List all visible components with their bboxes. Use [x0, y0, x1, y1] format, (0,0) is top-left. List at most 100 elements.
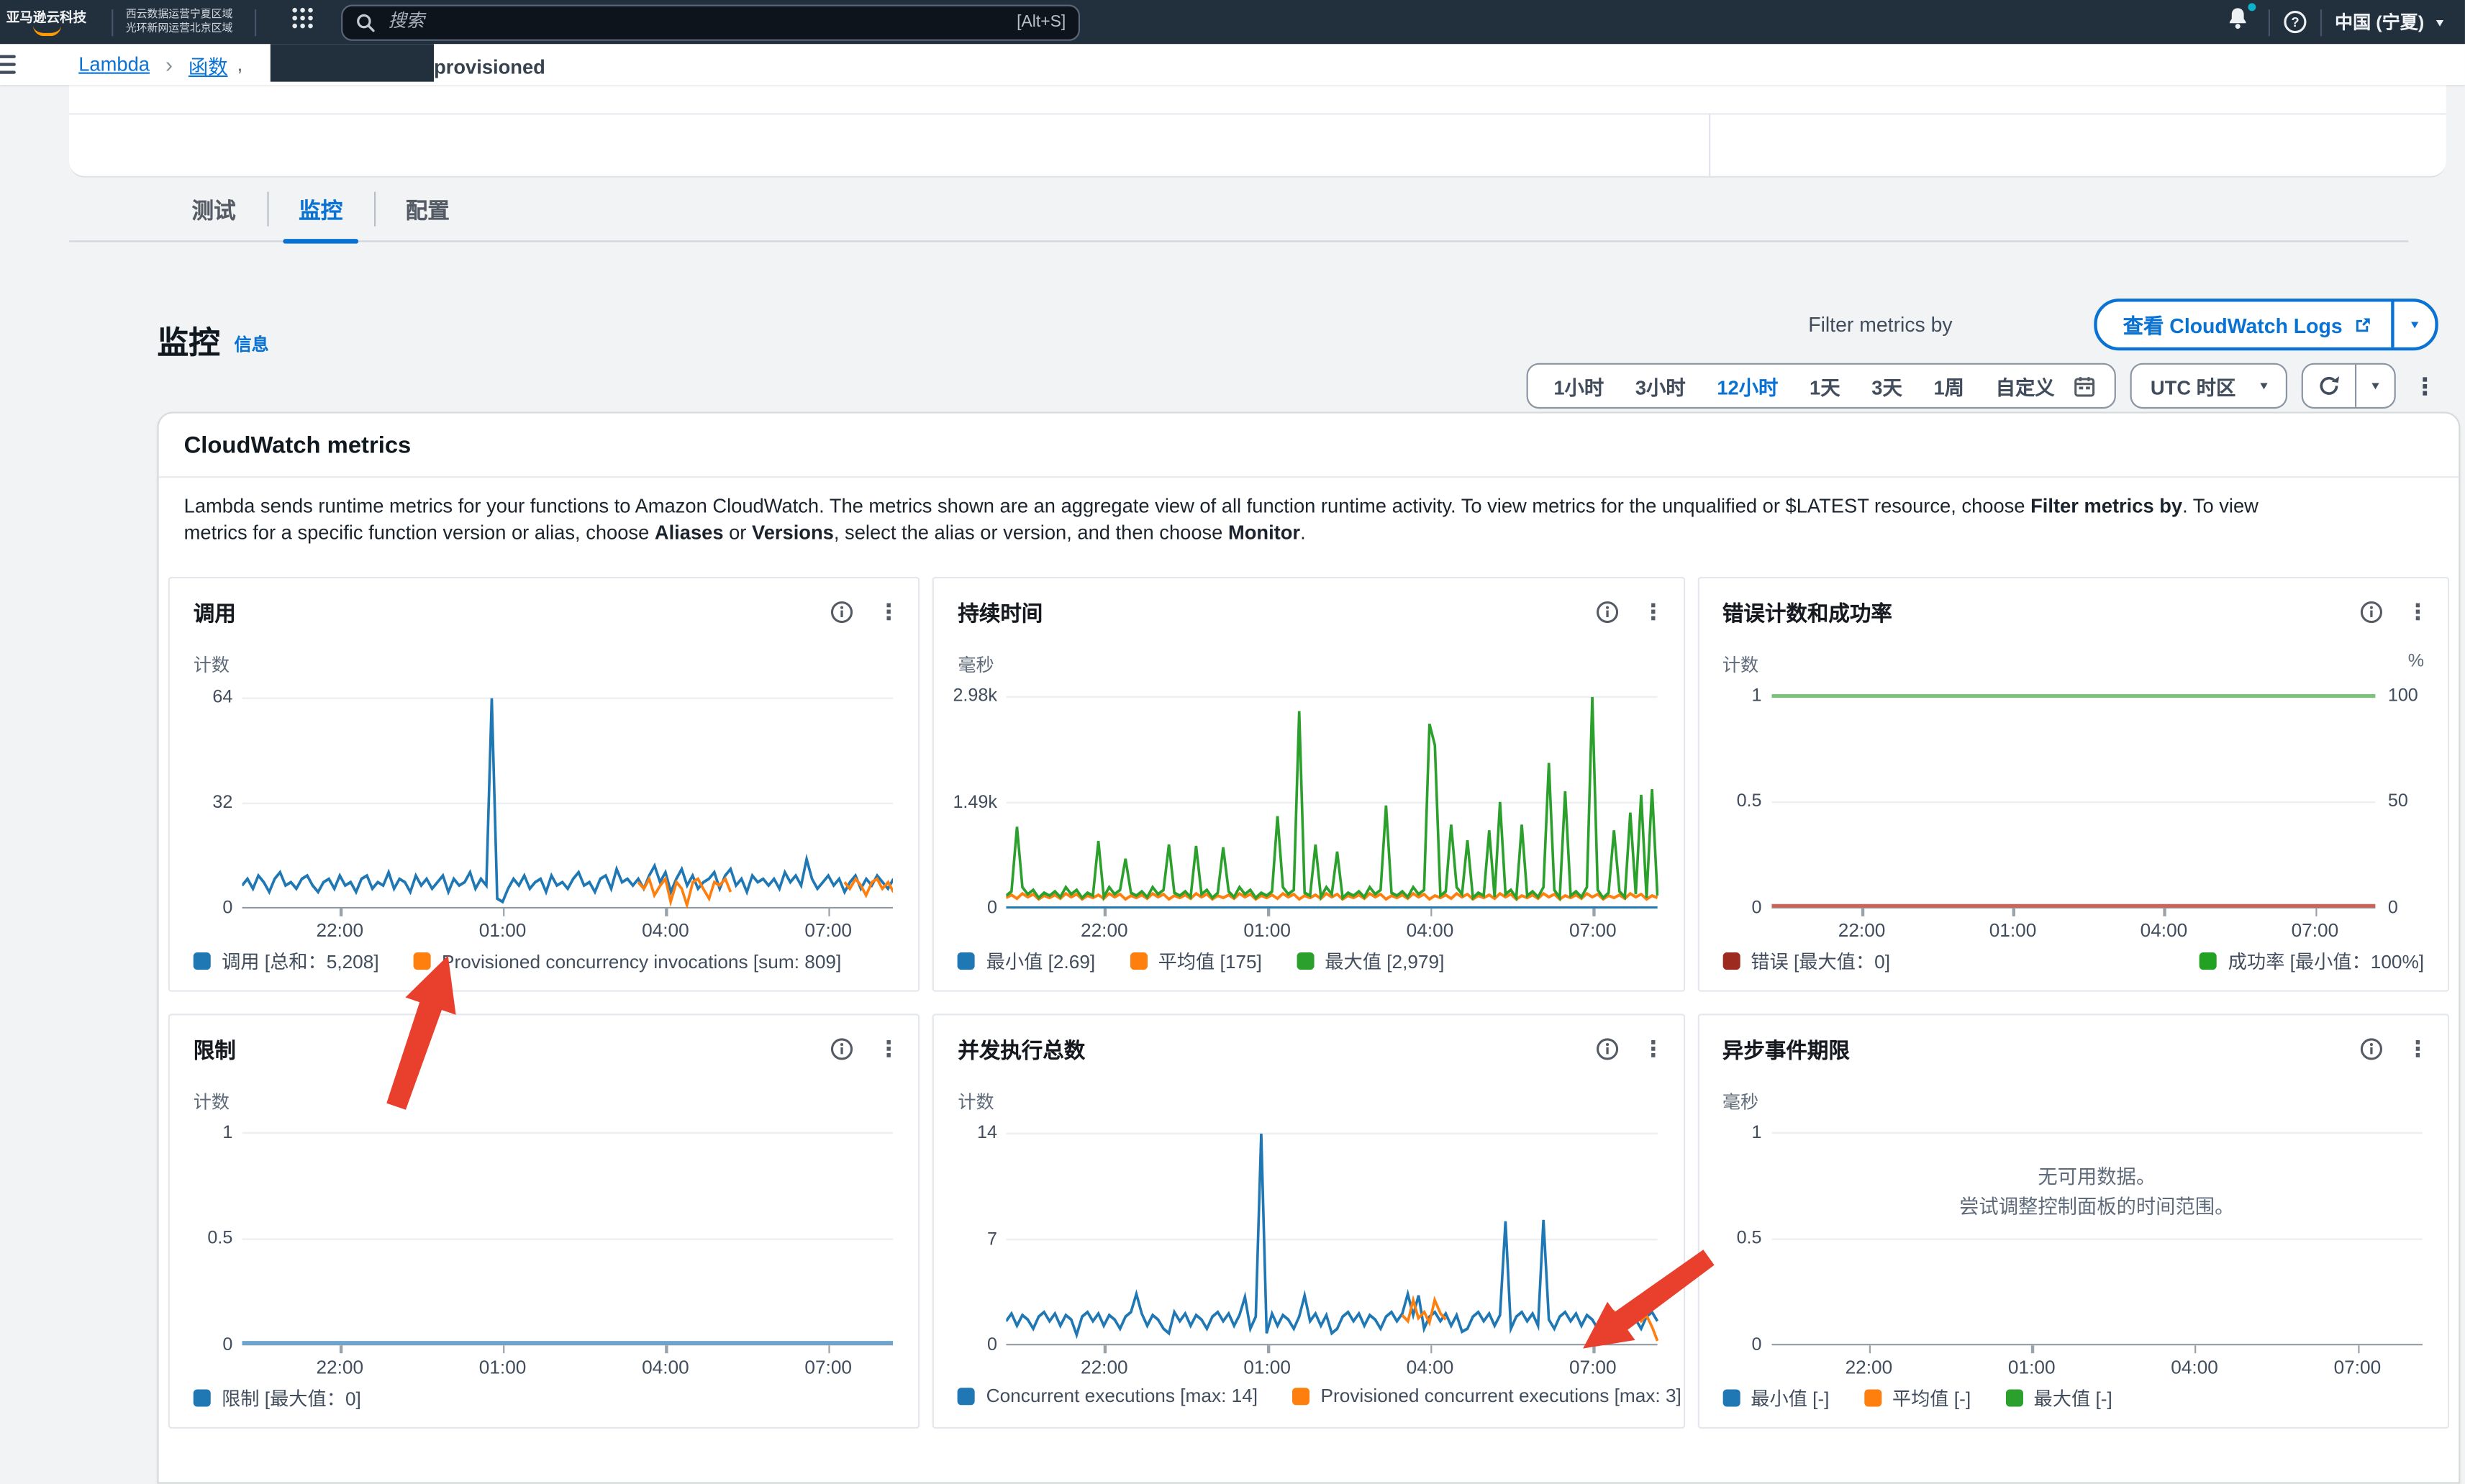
divider — [69, 113, 2446, 114]
search-input[interactable] — [385, 11, 1017, 33]
tab-monitor[interactable]: 监控 — [267, 186, 374, 240]
more-menu-icon[interactable]: ⋮ — [878, 1037, 900, 1060]
more-menu-icon[interactable]: ⋮ — [878, 601, 900, 623]
info-link[interactable]: 信息 — [235, 332, 269, 357]
apps-grid-icon[interactable] — [291, 6, 314, 38]
breadcrumb-lambda-link[interactable]: Lambda — [78, 53, 150, 76]
legend-item[interactable]: 最大值 [2,979] — [1297, 947, 1444, 974]
help-button[interactable]: ? — [2283, 9, 2308, 35]
more-menu-icon[interactable]: ⋮ — [1642, 601, 1664, 623]
info-icon[interactable] — [830, 1037, 854, 1060]
info-icon[interactable] — [1595, 600, 1619, 624]
x-tick-label: 04:00 — [2141, 919, 2188, 942]
x-tick-label: 01:00 — [479, 919, 527, 942]
legend-color-dot — [414, 952, 431, 970]
y-tick-label-right: 50 — [2388, 793, 2408, 811]
y-tick-label: 0 — [222, 1336, 232, 1355]
chart-legend: 错误 [最大值：0] 成功率 [最小值：100%] — [1722, 947, 2424, 974]
calendar-icon[interactable] — [2074, 375, 2096, 397]
series-line — [1007, 1134, 1658, 1335]
more-menu-icon[interactable]: ⋮ — [1642, 1037, 1664, 1060]
aws-logo[interactable]: 亚马逊云科技 — [6, 8, 86, 36]
desc-text: Lambda sends runtime metrics for your fu… — [184, 495, 2030, 517]
info-icon[interactable] — [830, 600, 854, 624]
menu-hamburger-icon[interactable] — [0, 55, 16, 73]
timezone-selector[interactable]: UTC 时区 ▼ — [2130, 363, 2288, 409]
chart-title: 异步事件期限 — [1722, 1032, 1850, 1064]
series-line — [242, 698, 893, 902]
chart-plot[interactable] — [242, 688, 893, 909]
legend-item[interactable]: 平均值 [175] — [1130, 947, 1262, 974]
legend-item[interactable]: 成功率 [最小值：100%] — [2200, 947, 2424, 974]
desc-text: . — [1300, 521, 1306, 543]
chart-plot[interactable] — [1007, 1125, 1658, 1345]
legend-color-dot — [1722, 1389, 1740, 1406]
button-dropdown-caret[interactable]: ▼ — [2391, 302, 2435, 347]
time-range-segmented-control: 1小时 3小时 12小时 1天 3天 1周 自定义 — [1527, 363, 2116, 409]
y-axis-unit-right: % — [2408, 652, 2424, 671]
range-custom[interactable]: 自定义 — [1980, 371, 2071, 401]
x-axis-labels: 22:0001:0004:0007:00 — [1771, 1357, 2423, 1382]
breadcrumb-functions-link[interactable]: 函数 — [189, 50, 228, 80]
refresh-dropdown-caret[interactable]: ▼ — [2355, 365, 2394, 407]
x-tick-label: 07:00 — [2334, 1357, 2382, 1379]
range-1d[interactable]: 1天 — [1794, 371, 1856, 401]
y-tick-label: 1 — [1752, 1124, 1762, 1142]
legend-color-dot — [1297, 952, 1314, 970]
legend-color-dot — [1130, 952, 1147, 970]
chart-plot[interactable] — [1771, 1125, 2423, 1345]
svg-text:?: ? — [2292, 14, 2300, 29]
range-1h[interactable]: 1小时 — [1538, 371, 1620, 401]
legend-item[interactable]: 错误 [最大值：0] — [1722, 947, 1890, 974]
x-tick-label: 04:00 — [642, 919, 689, 942]
tab-test[interactable]: 测试 — [160, 186, 268, 240]
refresh-split-button: ▼ — [2302, 363, 2396, 409]
legend-item[interactable]: Provisioned concurrent executions [max: … — [1292, 1385, 1681, 1407]
more-menu-icon[interactable]: ⋮ — [2413, 372, 2438, 400]
range-12h-active[interactable]: 12小时 — [1702, 371, 1794, 401]
range-3h[interactable]: 3小时 — [1620, 371, 1702, 401]
y-tick-label: 0 — [987, 1336, 997, 1355]
legend-label: 成功率 [最小值：100%] — [2228, 947, 2424, 974]
y-axis-unit: 计数 — [194, 652, 230, 678]
legend-label: Provisioned concurrency invocations [sum… — [442, 950, 841, 973]
chart-card-concurrent-executions: 并发执行总数 ⋮ 计数 1470 22:0001:0004:0007:00 Co… — [932, 1014, 1684, 1429]
legend-item[interactable]: 调用 [总和：5,208] — [194, 947, 379, 974]
notifications-button[interactable] — [2220, 3, 2256, 40]
x-tick-label: 22:00 — [316, 1357, 363, 1379]
card-header: CloudWatch metrics — [159, 414, 2459, 478]
view-cloudwatch-logs-button[interactable]: 查看 CloudWatch Logs ▼ — [2094, 299, 2438, 350]
legend-item[interactable]: 最大值 [-] — [2005, 1385, 2112, 1411]
chart-card-async-event-age: 异步事件期限 ⋮ 毫秒 10.50 无可用数据。 尝试调整控制面板的时间范围。 … — [1697, 1014, 2449, 1429]
legend-item[interactable]: Provisioned concurrency invocations [sum… — [414, 950, 842, 973]
chart-legend: 最小值 [-] 平均值 [-] 最大值 [-] — [1722, 1385, 2424, 1411]
y-axis-unit: 计数 — [1722, 652, 1758, 678]
info-icon[interactable] — [2360, 1037, 2384, 1060]
legend-item[interactable]: Concurrent executions [max: 14] — [958, 1385, 1258, 1407]
refresh-icon — [2318, 374, 2341, 398]
legend-item[interactable]: 限制 [最大值：0] — [194, 1385, 361, 1411]
more-menu-icon[interactable]: ⋮ — [2407, 601, 2429, 623]
more-menu-icon[interactable]: ⋮ — [2407, 1037, 2429, 1060]
chart-plot[interactable] — [1007, 688, 1658, 909]
x-axis-labels: 22:0001:0004:0007:00 — [242, 919, 893, 944]
y-axis-unit: 毫秒 — [1722, 1089, 1758, 1114]
legend-item[interactable]: 最小值 [-] — [1722, 1385, 1830, 1411]
legend-item[interactable]: 最小值 [2.69] — [958, 947, 1095, 974]
refresh-button[interactable] — [2303, 365, 2355, 407]
x-tick-label: 01:00 — [1989, 919, 2037, 942]
chart-plot[interactable] — [242, 1125, 893, 1345]
legend-item[interactable]: 平均值 [-] — [1864, 1385, 1971, 1411]
region-selector[interactable]: 中国 (宁夏) ▼ — [2335, 9, 2446, 35]
x-tick-label: 22:00 — [1846, 1357, 1893, 1379]
range-1w[interactable]: 1周 — [1918, 371, 1980, 401]
search-box[interactable]: [Alt+S] — [341, 4, 1080, 40]
tab-configuration[interactable]: 配置 — [374, 186, 481, 240]
range-3d[interactable]: 3天 — [1856, 371, 1917, 401]
search-shortcut: [Alt+S] — [1017, 12, 1066, 31]
bell-icon — [2226, 6, 2250, 30]
legend-color-dot — [1292, 1387, 1309, 1404]
info-icon[interactable] — [2360, 600, 2384, 624]
chart-plot[interactable] — [1771, 688, 2376, 909]
info-icon[interactable] — [1595, 1037, 1619, 1060]
